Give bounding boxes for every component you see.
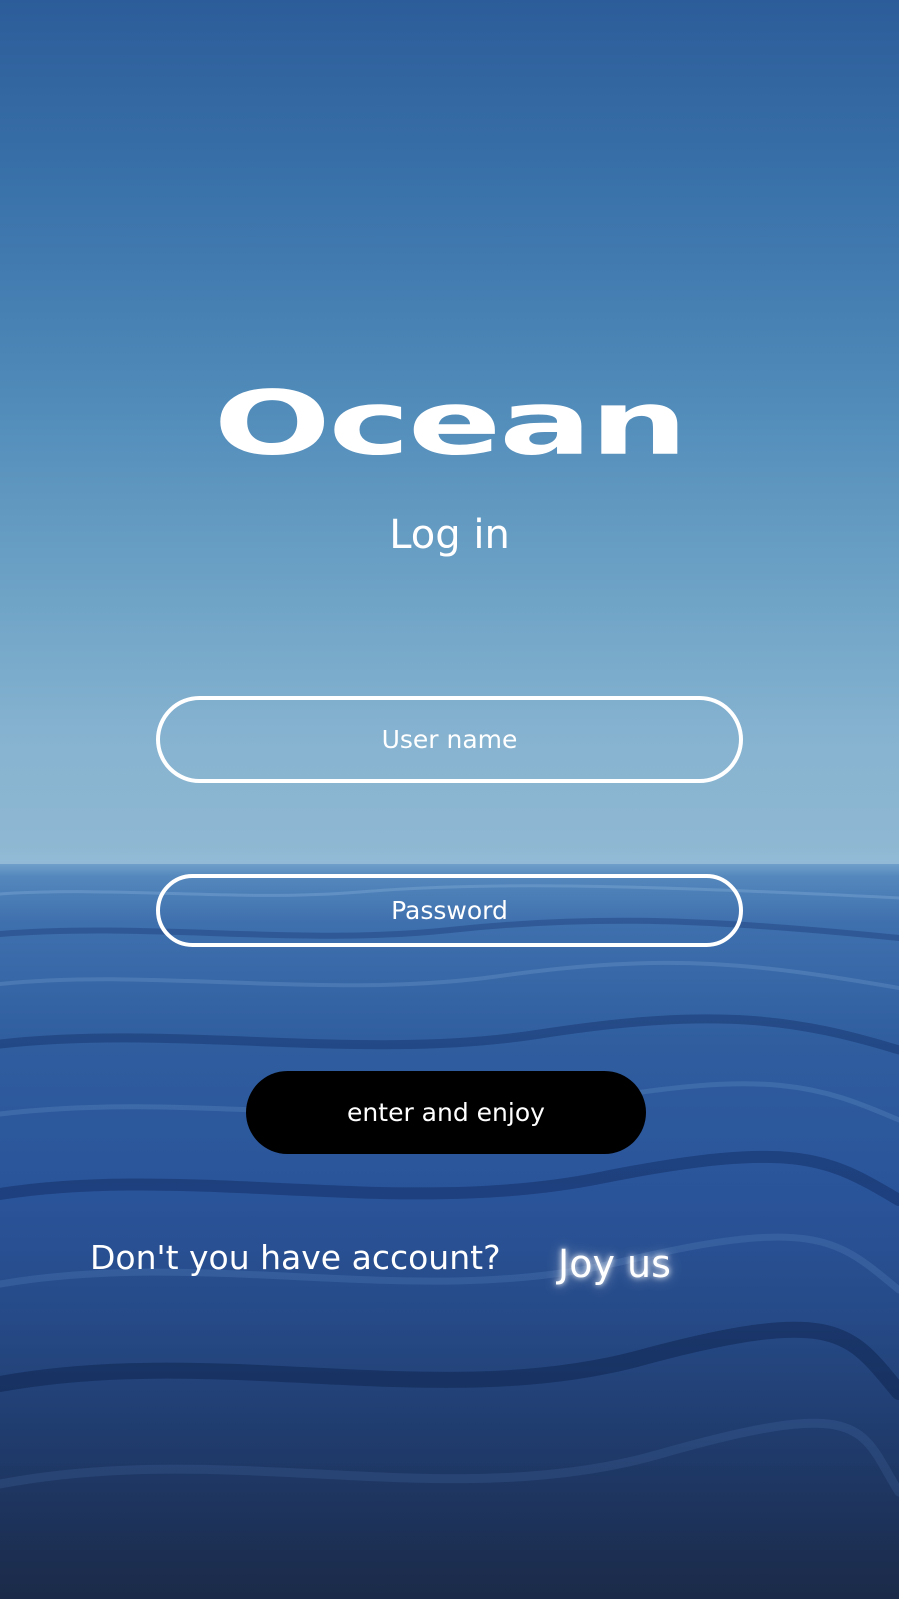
app-logo: Ocean [213,372,688,476]
username-input[interactable] [156,696,743,783]
page-title: Log in [389,512,510,558]
ocean-background [0,0,899,1599]
signup-prompt: Don't you have account? [90,1238,501,1277]
signup-link[interactable]: Joy us [558,1242,671,1286]
password-input[interactable] [156,874,743,947]
login-button[interactable]: enter and enjoy [246,1071,646,1154]
wave-texture [0,884,899,1497]
